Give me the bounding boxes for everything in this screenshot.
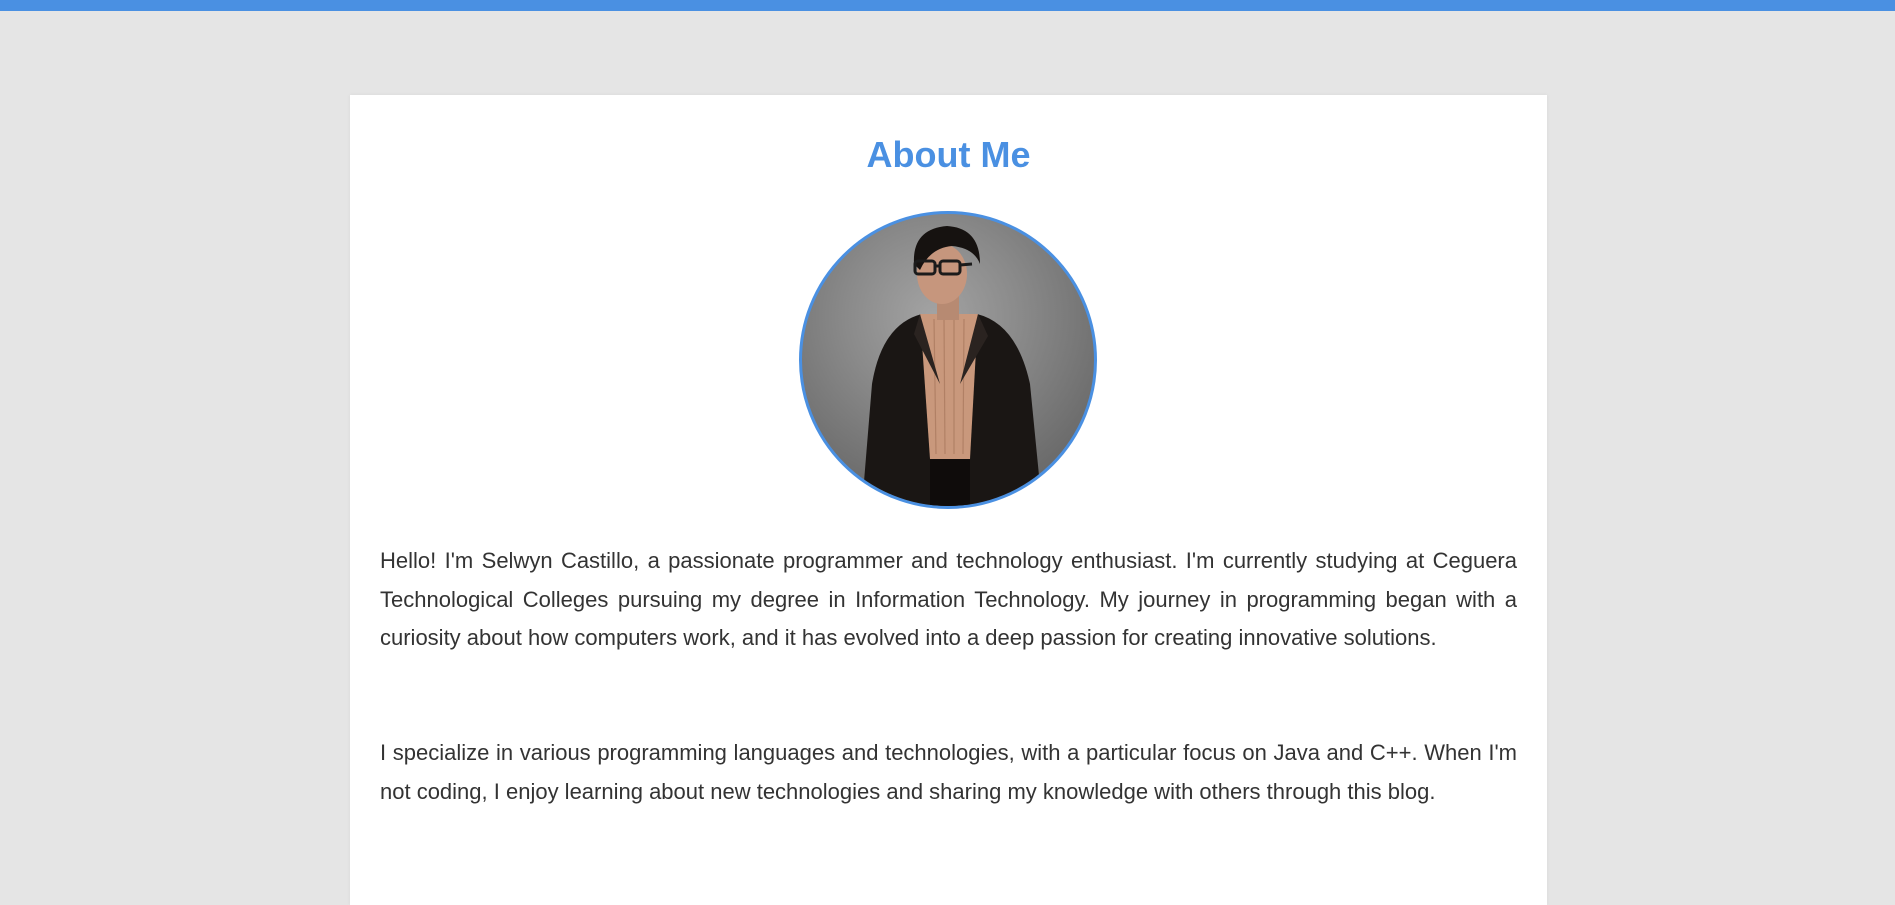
bio-paragraph-1: Hello! I'm Selwyn Castillo, a passionate… [380,548,1517,650]
bio-paragraph-2: I specialize in various programming lang… [380,740,1517,804]
page-title: About Me [866,134,1031,175]
profile-photo-illustration [862,226,1042,506]
top-accent-bar [0,0,1895,11]
profile-photo [799,211,1097,509]
about-card: About Me Hello! I'm Selwyn Castillo, a p… [350,95,1547,905]
